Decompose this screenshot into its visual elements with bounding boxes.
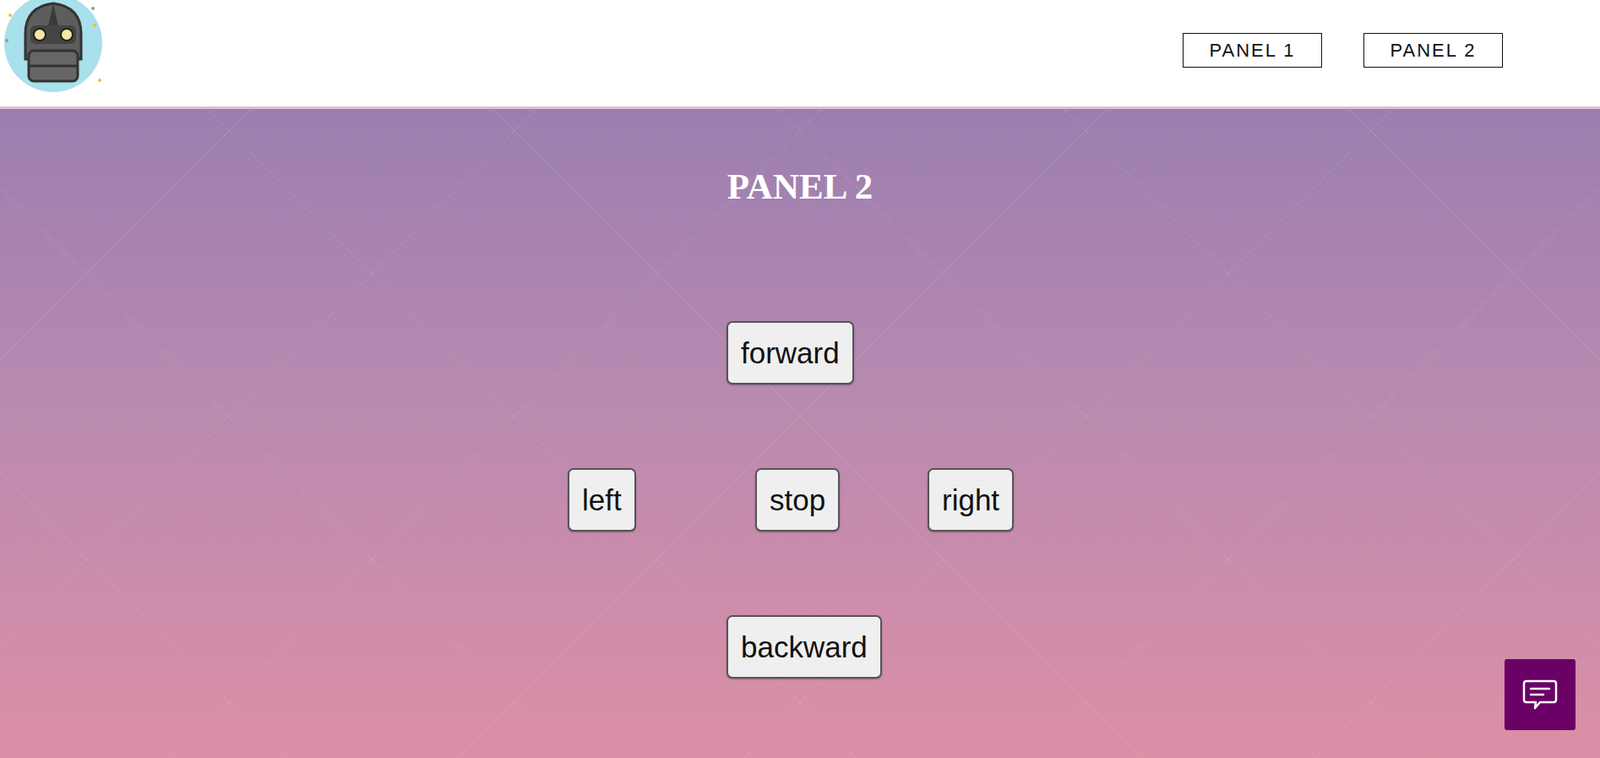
control-button[interactable]: stop xyxy=(755,468,840,532)
nav-button[interactable]: PANEL 1 xyxy=(1182,32,1323,68)
control-button[interactable]: forward xyxy=(726,321,855,385)
panel-title: PANEL 2 xyxy=(0,166,1600,207)
control-pad: forward left stop right backward xyxy=(567,321,1041,679)
control-cell: right xyxy=(927,468,1041,532)
robot-logo-icon xyxy=(0,0,110,93)
nav: PANEL 1 PANEL 2 xyxy=(1182,0,1600,68)
logo[interactable] xyxy=(0,0,110,93)
control-button[interactable]: left xyxy=(567,468,637,532)
page: PANEL 1 PANEL 2 PANEL 2 forward left stop righ… xyxy=(0,0,1600,758)
header: PANEL 1 PANEL 2 xyxy=(0,0,1600,109)
control-cell: left xyxy=(567,468,727,532)
chat-button[interactable] xyxy=(1504,658,1576,730)
control-button[interactable]: backward xyxy=(726,614,882,679)
panel: PANEL 2 forward left stop right backward xyxy=(0,108,1600,758)
control-button[interactable]: right xyxy=(927,468,1014,532)
control-cell: stop xyxy=(726,468,928,532)
nav-button[interactable]: PANEL 2 xyxy=(1363,32,1503,68)
control-cell: backward xyxy=(726,614,928,679)
control-cell: forward xyxy=(726,321,928,385)
chat-icon xyxy=(1521,677,1559,712)
